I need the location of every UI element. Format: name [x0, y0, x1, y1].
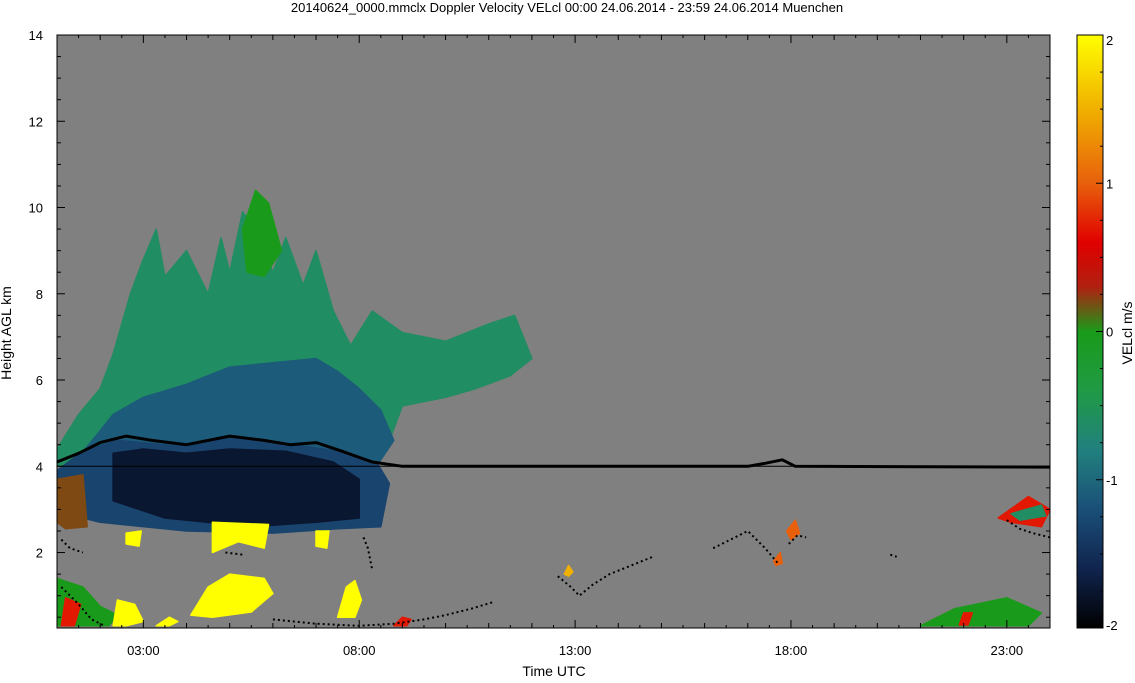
- colorbar-label: VELcl m/s: [1119, 301, 1135, 364]
- colorbar-tick-label: 0: [1106, 325, 1113, 340]
- x-tick-label: 08:00: [343, 643, 376, 658]
- y-tick-label: 2: [36, 546, 43, 561]
- x-tick-label: 23:00: [991, 643, 1024, 658]
- colorbar-tick-label: 2: [1106, 33, 1113, 48]
- x-tick-label: 18:00: [775, 643, 808, 658]
- y-tick-label: 8: [36, 287, 43, 302]
- y-tick-label: 4: [36, 459, 43, 474]
- chart-title: 20140624_0000.mmclx Doppler Velocity VEL…: [291, 0, 843, 15]
- y-axis-label: Height AGL km: [0, 286, 14, 380]
- velocity-region-6: [125, 530, 142, 547]
- x-tick-label: 03:00: [127, 643, 160, 658]
- chart-svg: 20140624_0000.mmclx Doppler Velocity VEL…: [0, 0, 1135, 679]
- y-tick-label: 6: [36, 373, 43, 388]
- y-tick-label: 10: [29, 201, 43, 216]
- radar-velocity-chart: 20140624_0000.mmclx Doppler Velocity VEL…: [0, 0, 1135, 679]
- colorbar-tick-label: -2: [1106, 618, 1118, 633]
- y-tick-label: 14: [29, 28, 43, 43]
- y-tick-label: 12: [29, 114, 43, 129]
- velocity-region-8: [315, 530, 330, 549]
- colorbar-tick-label: -1: [1106, 473, 1118, 488]
- x-tick-label: 13:00: [559, 643, 592, 658]
- colorbar-tick-label: 1: [1106, 176, 1113, 191]
- x-axis-label: Time UTC: [522, 663, 585, 678]
- velocity-region-5: [57, 474, 88, 530]
